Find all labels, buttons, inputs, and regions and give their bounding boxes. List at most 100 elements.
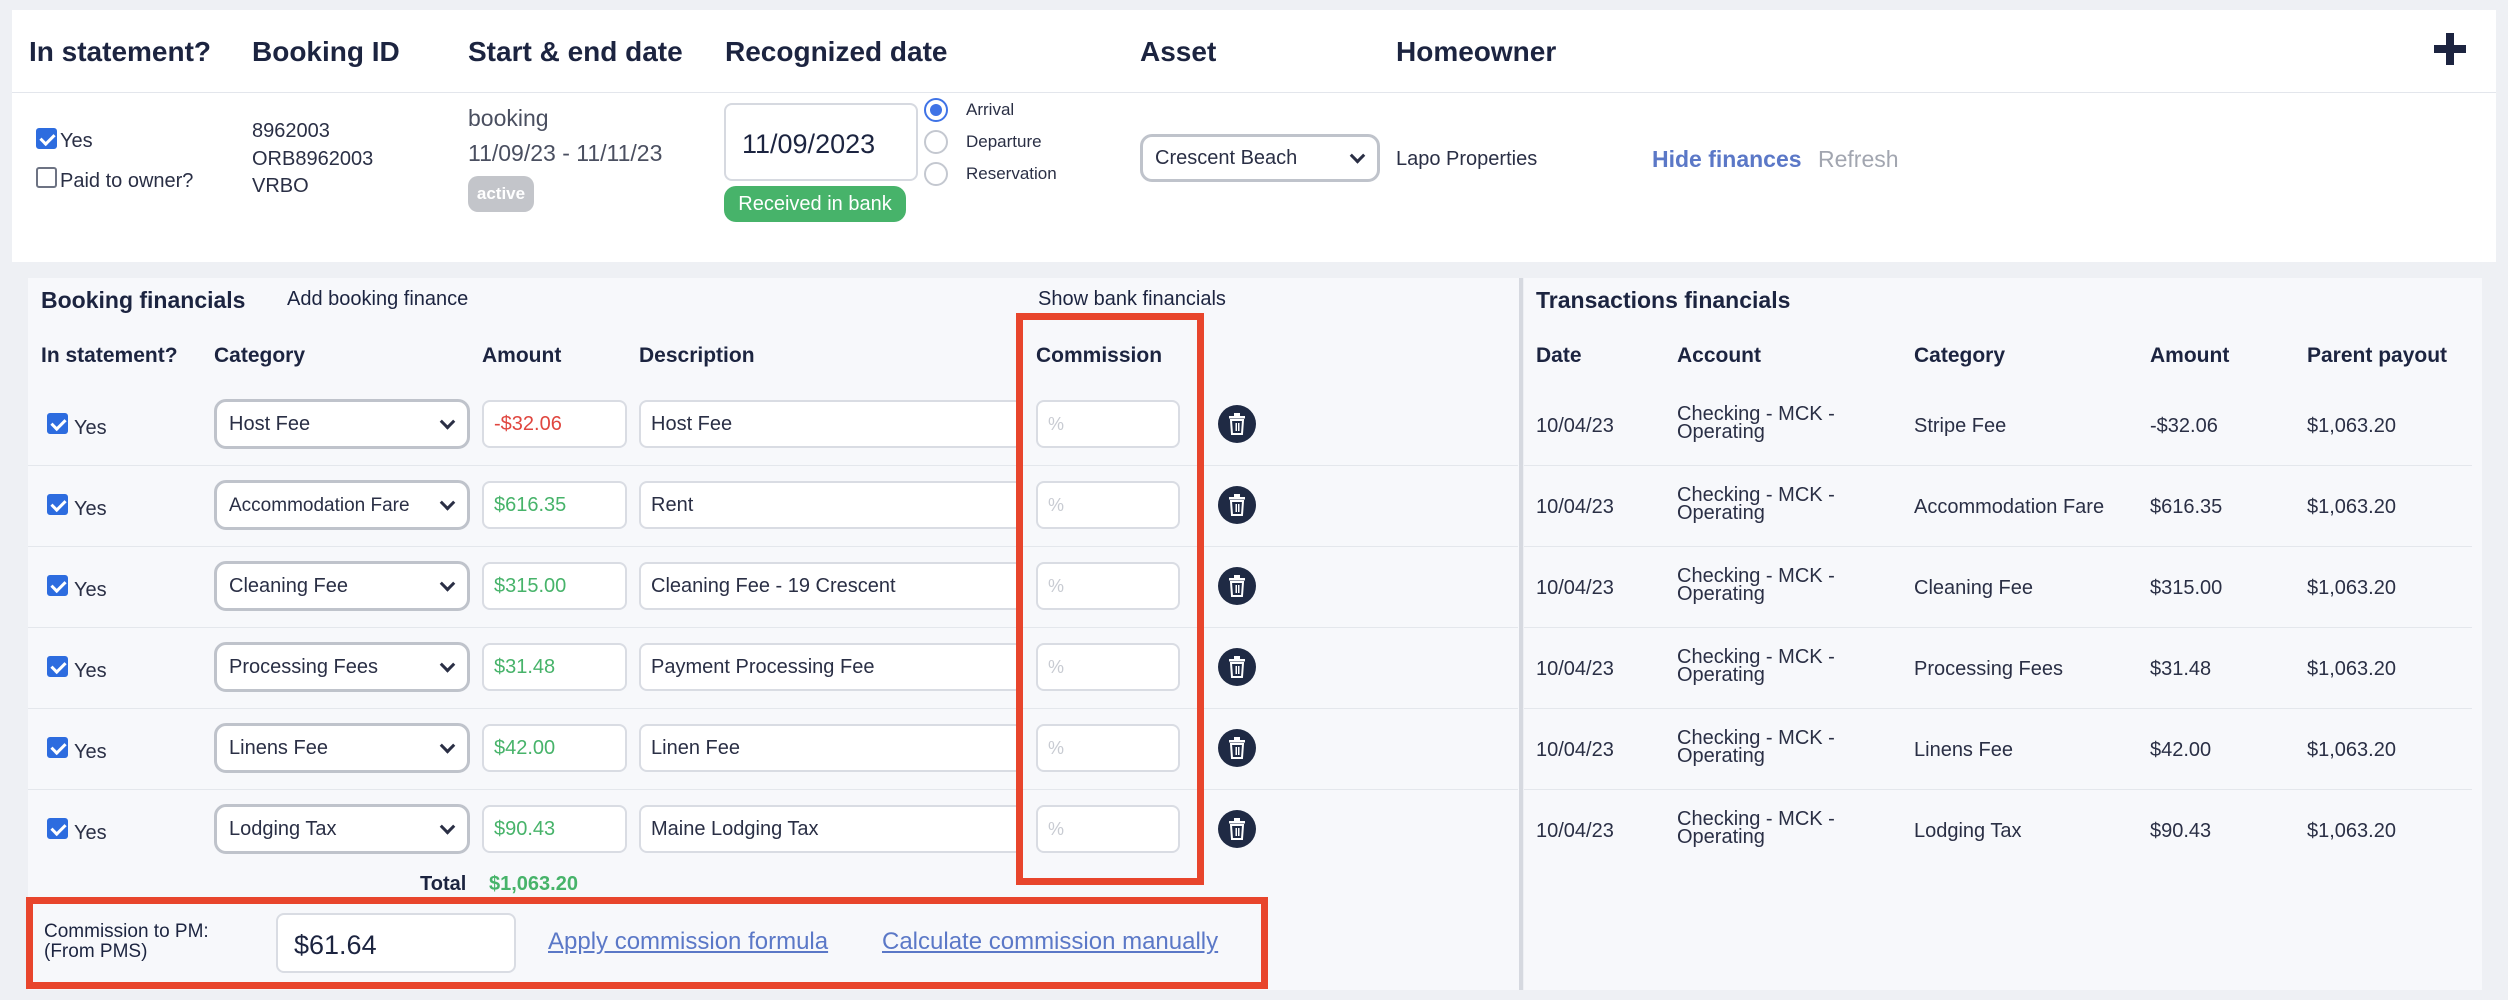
tx-category: Lodging Tax [1914, 820, 2022, 842]
row-divider [1524, 465, 2472, 466]
row-description-input[interactable]: Rent [639, 481, 1023, 529]
row-amount-input[interactable]: -$32.06 [482, 400, 627, 448]
radio-arrival[interactable] [924, 98, 948, 122]
row-amount-input[interactable]: $616.35 [482, 481, 627, 529]
row-divider [1524, 789, 2472, 790]
tx-amount: $90.43 [2150, 820, 2212, 842]
row-amount-value: $42.00 [494, 736, 556, 759]
radio-reservation[interactable] [924, 162, 948, 186]
in-statement-checkbox[interactable] [36, 128, 57, 149]
tx-category: Cleaning Fee [1914, 577, 2033, 599]
add-booking-finance-button[interactable]: Add booking finance [287, 288, 468, 311]
recognized-date-input[interactable]: 11/09/2023 [724, 103, 918, 181]
booking-financials-title: Booking financials [41, 287, 246, 313]
refresh-link[interactable]: Refresh [1818, 146, 1899, 173]
row-description-input[interactable]: Cleaning Fee - 19 Crescent [639, 562, 1023, 610]
radio-reservation-label: Reservation [966, 164, 1057, 183]
header-recognized-date: Recognized date [725, 36, 948, 67]
header-asset: Asset [1140, 36, 1217, 67]
row-description-input[interactable]: Linen Fee [639, 724, 1023, 772]
chevron-down-icon [439, 738, 456, 754]
tx-amount: $616.35 [2150, 496, 2223, 518]
row-divider [1524, 708, 2472, 709]
trash-icon[interactable] [1218, 810, 1256, 848]
row-description-value: Maine Lodging Tax [651, 817, 819, 840]
tx-date: 10/04/23 [1536, 415, 1614, 437]
header-homeowner: Homeowner [1396, 36, 1557, 67]
row-in-statement-checkbox[interactable] [47, 494, 68, 515]
row-divider [28, 708, 1518, 709]
row-description-input[interactable]: Maine Lodging Tax [639, 805, 1023, 853]
trash-icon[interactable] [1218, 648, 1256, 686]
tx-parent-payout: $1,063.20 [2307, 658, 2396, 680]
hide-finances-link[interactable]: Hide finances [1652, 146, 1802, 173]
trash-icon[interactable] [1218, 567, 1256, 605]
row-amount-value: $90.43 [494, 817, 556, 840]
tx-parent-payout: $1,063.20 [2307, 577, 2396, 599]
trash-icon[interactable] [1218, 486, 1256, 524]
row-divider [1524, 546, 2472, 547]
tx-amount: $315.00 [2150, 577, 2223, 599]
paid-to-owner-checkbox[interactable] [36, 167, 57, 188]
radio-arrival-label: Arrival [966, 100, 1015, 119]
row-category-value: Linens Fee [229, 737, 328, 759]
row-in-statement-checkbox[interactable] [47, 575, 68, 596]
asset-select-value: Crescent Beach [1155, 147, 1298, 169]
booking-date-range: 11/09/23 - 11/11/23 [468, 140, 663, 166]
row-category-select[interactable]: Lodging Tax [214, 804, 470, 854]
chevron-down-icon [439, 657, 456, 673]
row-divider [1524, 627, 2472, 628]
trash-icon[interactable] [1218, 729, 1256, 767]
row-category-select[interactable]: Processing Fees [214, 642, 470, 692]
row-in-statement-label: Yes [74, 660, 107, 682]
row-description-input[interactable]: Host Fee [639, 400, 1023, 448]
row-description-value: Host Fee [651, 412, 733, 435]
chevron-down-icon [439, 414, 456, 430]
tx-parent-payout: $1,063.20 [2307, 820, 2396, 842]
tx-account-line2: Operating [1677, 745, 1765, 767]
plus-icon[interactable] [2434, 33, 2466, 65]
tx-category: Accommodation Fare [1914, 496, 2105, 518]
radio-departure[interactable] [924, 130, 948, 154]
panel-divider [1519, 278, 1523, 990]
row-in-statement-label: Yes [74, 417, 107, 439]
tx-date: 10/04/23 [1536, 820, 1614, 842]
show-bank-financials-button[interactable]: Show bank financials [1038, 288, 1226, 311]
row-divider [28, 546, 1518, 547]
recognized-date-value: 11/09/2023 [742, 129, 876, 159]
row-description-value: Rent [651, 493, 694, 516]
transactions-financials-title: Transactions financials [1536, 287, 1791, 313]
tx-category: Stripe Fee [1914, 415, 2007, 437]
tx-date: 10/04/23 [1536, 739, 1614, 761]
row-in-statement-checkbox[interactable] [47, 413, 68, 434]
trash-icon[interactable] [1218, 405, 1256, 443]
row-amount-input[interactable]: $90.43 [482, 805, 627, 853]
row-in-statement-label: Yes [74, 822, 107, 844]
asset-select[interactable]: Crescent Beach [1140, 134, 1380, 182]
row-amount-input[interactable]: $42.00 [482, 724, 627, 772]
row-category-select[interactable]: Cleaning Fee [214, 561, 470, 611]
row-in-statement-checkbox[interactable] [47, 737, 68, 758]
commission-to-pm-highlight [26, 897, 1268, 989]
row-amount-value: -$32.06 [494, 412, 562, 435]
chevron-down-icon [439, 576, 456, 592]
row-category-select[interactable]: Linens Fee [214, 723, 470, 773]
row-category-value: Accommodation Fare [229, 495, 410, 516]
row-in-statement-label: Yes [74, 498, 107, 520]
tx-amount: $42.00 [2150, 739, 2212, 761]
header-in-statement: In statement? [29, 36, 212, 67]
row-category-select[interactable]: Accommodation Fare [214, 480, 470, 530]
col-date: Date [1536, 344, 1582, 367]
booking-id-channel: ORB8962003 [252, 148, 374, 170]
row-category-value: Host Fee [229, 413, 311, 435]
tx-amount: $31.48 [2150, 658, 2212, 680]
tx-date: 10/04/23 [1536, 496, 1614, 518]
row-in-statement-checkbox[interactable] [47, 656, 68, 677]
row-amount-input[interactable]: $315.00 [482, 562, 627, 610]
tx-account-line2: Operating [1677, 583, 1765, 605]
row-amount-input[interactable]: $31.48 [482, 643, 627, 691]
row-in-statement-checkbox[interactable] [47, 818, 68, 839]
header-divider [12, 92, 2496, 93]
row-category-select[interactable]: Host Fee [214, 399, 470, 449]
row-description-input[interactable]: Payment Processing Fee [639, 643, 1023, 691]
